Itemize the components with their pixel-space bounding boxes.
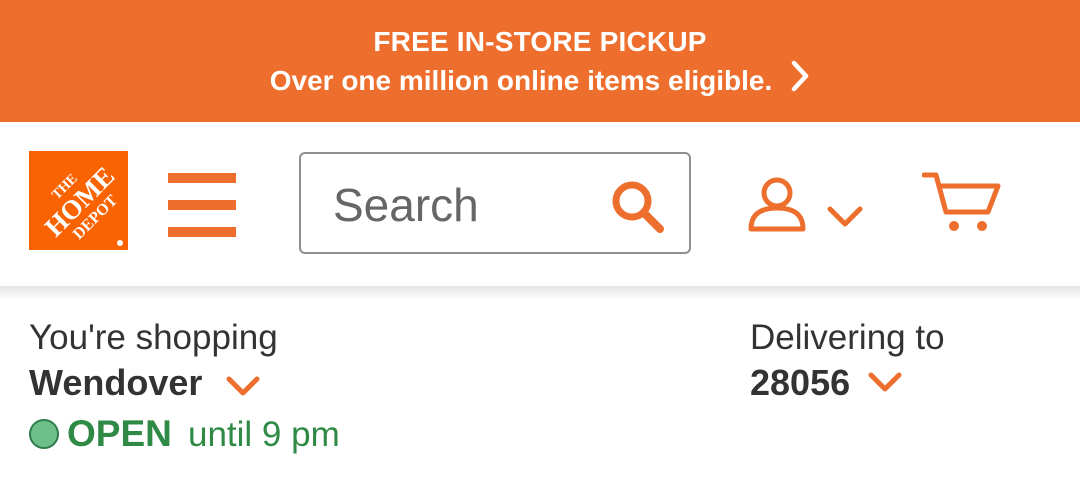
store-hours: until 9 pm: [188, 415, 340, 454]
search-input[interactable]: [331, 178, 605, 232]
home-depot-logo[interactable]: THE HOME DEPOT: [29, 151, 128, 250]
promo-subtitle-row[interactable]: Over one million online items eligible.: [0, 60, 1080, 99]
cart-icon[interactable]: [921, 170, 1002, 234]
store-label: You're shopping: [29, 318, 278, 357]
promo-title: FREE IN-STORE PICKUP: [373, 26, 707, 57]
chevron-down-icon[interactable]: [868, 372, 902, 394]
header-shadow: [0, 286, 1080, 300]
search-box[interactable]: [299, 152, 691, 254]
user-icon[interactable]: [748, 176, 806, 232]
open-status-dot: [29, 419, 59, 449]
store-name[interactable]: Wendover: [29, 362, 202, 404]
search-icon[interactable]: [609, 178, 667, 236]
hamburger-menu-icon[interactable]: [168, 173, 236, 237]
delivery-zip[interactable]: 28056: [750, 362, 850, 404]
promo-subtitle: Over one million online items eligible.: [269, 65, 773, 96]
chevron-down-icon[interactable]: [827, 206, 863, 228]
store-status: OPEN: [67, 413, 172, 454]
chevron-down-icon[interactable]: [226, 376, 260, 398]
promo-banner[interactable]: FREE IN-STORE PICKUP Over one million on…: [0, 0, 1080, 122]
delivery-label: Delivering to: [750, 318, 945, 357]
chevron-right-icon[interactable]: [790, 60, 810, 99]
